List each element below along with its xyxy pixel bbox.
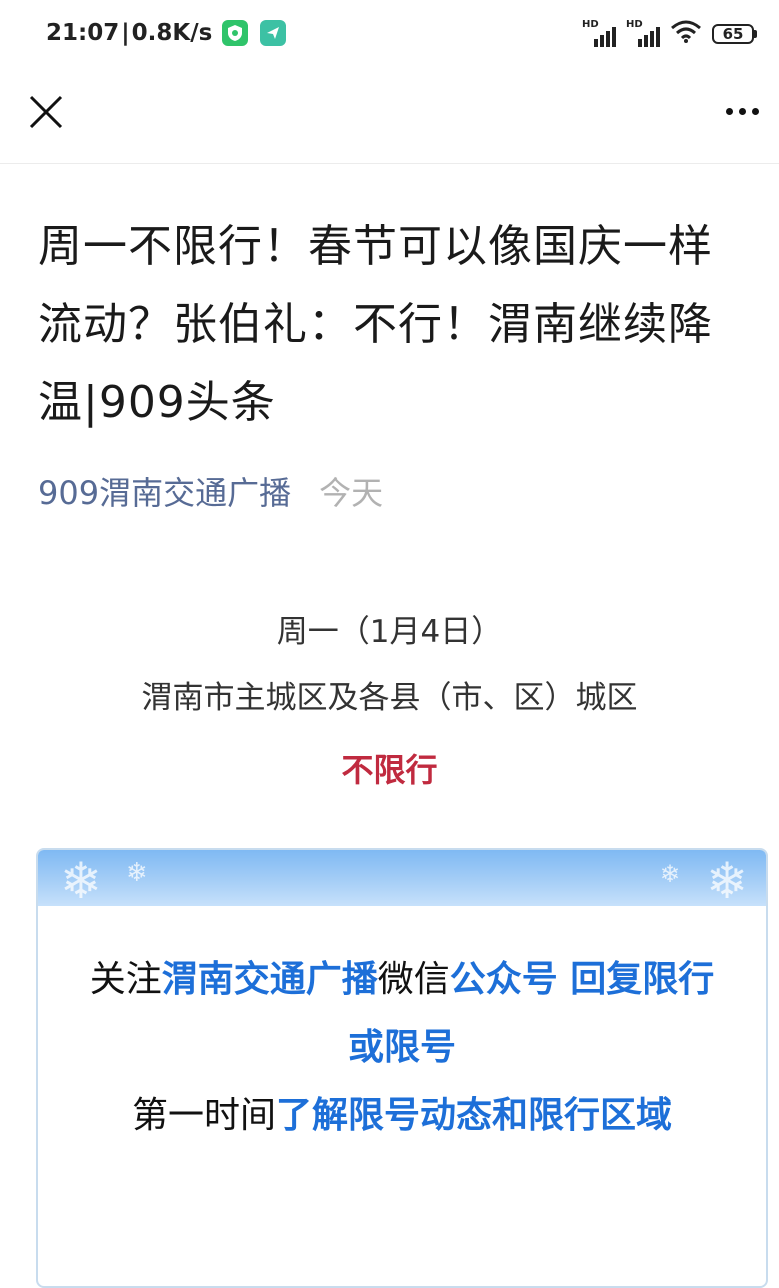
restriction-area: 渭南市主城区及各县（市、区）城区 — [141, 680, 638, 716]
snowflake-icon: ❄ — [659, 860, 680, 888]
restriction-status: 不限行 — [341, 751, 438, 789]
clock: 21:07 — [46, 20, 120, 46]
snowflake-icon: ❄ — [706, 852, 748, 910]
shield-app-icon — [222, 20, 249, 46]
battery-icon: 65 — [712, 24, 757, 44]
snowflake-icon: ❄ — [60, 852, 102, 910]
card-paragraph-2: 第一时间了解限号动态和限行区域 — [131, 1095, 673, 1136]
article-title: 周一不限行！春节可以像国庆一样流动？张伯礼：不行！渭南继续降温|909头条 — [38, 221, 713, 428]
account-name-highlight: 渭南交通广播 — [161, 959, 378, 1000]
signal-hd-2-icon: HD — [626, 19, 660, 47]
net-speed: 0.8K/s — [131, 20, 213, 46]
follow-card: ❄ ❄ ❄ ❄ 关注渭南交通广播微信公众号 回复限行或限号 第一时间了解限号动态… — [36, 848, 768, 1288]
signal-hd-1-icon: HD — [582, 19, 616, 47]
snowflake-icon: ❄ — [126, 858, 148, 888]
info-highlight: 了解限号动态和限行区域 — [276, 1095, 673, 1136]
wifi-icon — [670, 20, 702, 48]
article-meta: 909渭南交通广播 今天 — [38, 468, 383, 514]
publish-date: 今天 — [319, 474, 384, 512]
separator: | — [121, 20, 130, 46]
card-text: 关注渭南交通广播微信公众号 回复限行或限号 第一时间了解限号动态和限行区域 — [38, 946, 766, 1150]
status-left: 21:07 | 0.8K/s — [46, 20, 287, 46]
close-button[interactable] — [26, 92, 66, 132]
more-icon — [725, 107, 733, 115]
send-app-icon — [260, 20, 287, 46]
status-bar: 21:07 | 0.8K/s HD HD 65 — [0, 0, 779, 70]
account-link[interactable]: 909渭南交通广播 — [38, 468, 291, 514]
card-paragraph-1: 关注渭南交通广播微信公众号 回复限行或限号 — [89, 959, 715, 1068]
restriction-date: 周一（1月4日） — [276, 614, 503, 650]
nav-bar — [0, 70, 779, 164]
close-icon — [29, 95, 63, 129]
more-button[interactable] — [719, 96, 765, 126]
card-banner: ❄ ❄ ❄ ❄ — [38, 850, 766, 910]
status-right: HD HD 65 — [582, 19, 757, 48]
